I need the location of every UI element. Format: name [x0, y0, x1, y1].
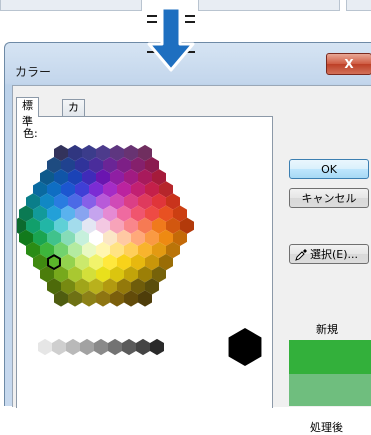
background-bar — [346, 0, 371, 11]
background-bar — [198, 0, 340, 11]
gray-hexagon[interactable] — [80, 338, 94, 356]
gray-hexagon[interactable] — [38, 338, 52, 356]
hexagon-color-picker — [17, 144, 262, 366]
gray-hexagon[interactable] — [52, 338, 66, 356]
gray-hexagon[interactable] — [108, 338, 122, 356]
eyedropper-icon — [295, 249, 307, 261]
tab-custom[interactable]: カスタム — [62, 99, 85, 162]
tab-standard[interactable]: 標準 — [16, 97, 39, 128]
gray-hexagon[interactable] — [94, 338, 108, 356]
black-hexagon[interactable] — [228, 328, 262, 366]
gray-hexagon[interactable] — [136, 338, 150, 356]
down-arrow-icon — [147, 6, 195, 72]
standard-color-panel: 色: — [16, 116, 273, 408]
new-color-swatch — [289, 340, 371, 374]
gray-hexagon[interactable] — [24, 338, 38, 356]
new-color-label: 新規 — [316, 323, 338, 336]
cancel-button[interactable]: キャンセル — [289, 188, 369, 208]
current-color-swatch — [289, 374, 371, 406]
dialog-body: 標準 カスタム 色: OK キャンセル 選択(E)... 新規 処理後 — [12, 85, 371, 434]
dialog-title: カラー — [15, 65, 52, 79]
select-color-button[interactable]: 選択(E)... — [289, 244, 369, 264]
gray-hexagon[interactable] — [122, 338, 136, 356]
ok-button[interactable]: OK — [289, 159, 369, 179]
background-bar — [0, 0, 142, 11]
gray-hexagon[interactable] — [150, 338, 164, 356]
close-button[interactable]: X — [326, 53, 371, 75]
gray-hexagon[interactable] — [66, 338, 80, 356]
color-dialog: カラー X 標準 カスタム 色: OK キャンセル 選択(E)... 新規 処理… — [4, 42, 371, 434]
current-color-label: 処理後 — [310, 421, 343, 434]
select-color-label: 選択(E)... — [310, 248, 359, 261]
